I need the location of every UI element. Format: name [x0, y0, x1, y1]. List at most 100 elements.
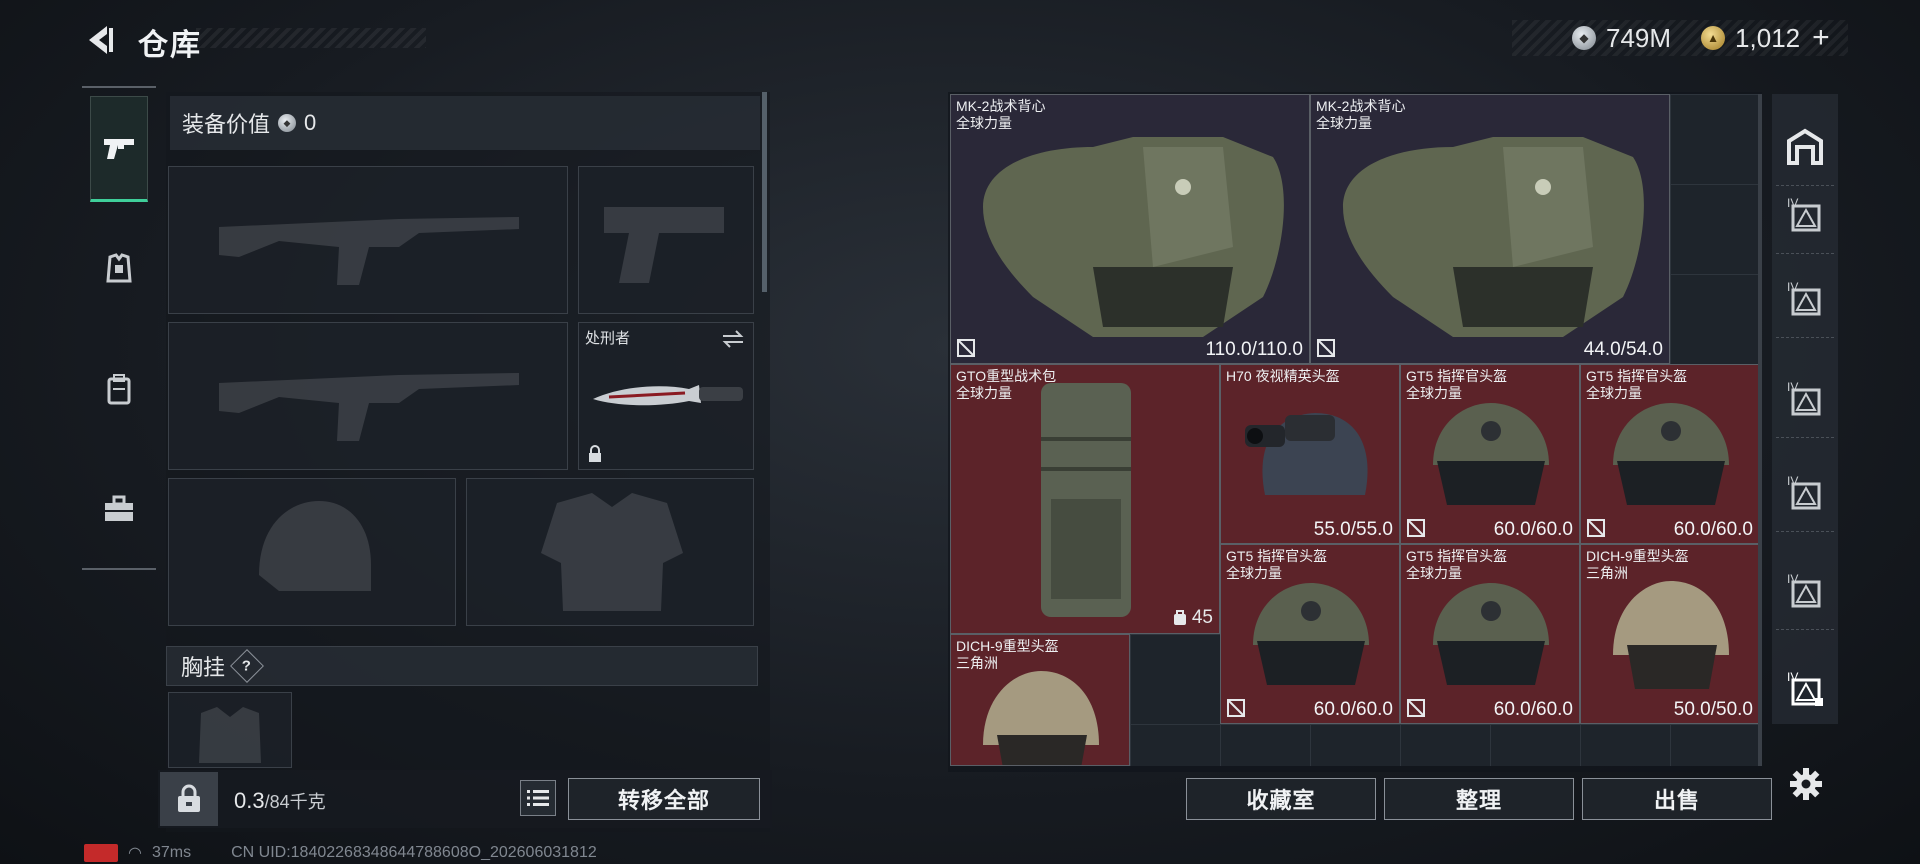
storage-item[interactable]: MK-2战术背心 全球力量 44.0/54.0: [1310, 94, 1670, 364]
equipment-value-amount: 0: [304, 110, 317, 135]
silver-amount: 749M: [1606, 22, 1672, 53]
storage-item[interactable]: MK-2战术背心 全球力量 110.0/110.0: [950, 94, 1310, 364]
collection-room-button[interactable]: 收藏室: [1186, 778, 1376, 820]
chest-rig-silhouette-icon: [199, 707, 261, 763]
melee-slot[interactable]: 处刑者: [578, 322, 754, 470]
loadout-scrollbar[interactable]: [762, 92, 767, 292]
helmet-silhouette-icon: [259, 501, 371, 591]
secondary-weapon-slot[interactable]: [168, 322, 568, 470]
storage-page-icon: IV: [1787, 474, 1821, 509]
tab-backpack[interactable]: [90, 336, 148, 442]
commander-helmet-icon: [1433, 583, 1549, 685]
tab-toolbox[interactable]: [90, 456, 148, 562]
storage-tab-page-2[interactable]: IV: [1776, 258, 1834, 338]
storage-scrollbar[interactable]: [1758, 94, 1762, 766]
primary-weapon-slot[interactable]: [168, 166, 568, 314]
list-view-button[interactable]: [520, 780, 556, 816]
add-currency-button[interactable]: +: [1812, 21, 1830, 55]
status-bar: ◠ 37ms CN UID:18402268348644788608O_2026…: [84, 843, 597, 863]
equipment-value-bar: 装备价值 ◆ 0: [170, 96, 760, 150]
gold-amount: 1,012: [1735, 22, 1801, 53]
vest-icon: [983, 137, 1284, 337]
storage-tab-page-6[interactable]: IV: [1776, 648, 1834, 728]
back-button[interactable]: [82, 22, 118, 58]
item-durability: 60.0/60.0: [1493, 519, 1573, 540]
heavy-helmet-icon: [1613, 581, 1729, 689]
body-armor-slot[interactable]: [466, 478, 754, 626]
wifi-icon: ◠: [128, 845, 142, 862]
item-durability: 60.0/60.0: [1673, 519, 1753, 540]
ping: 37ms: [151, 844, 192, 861]
storage-tab-page-1[interactable]: IV: [1776, 174, 1834, 254]
weight-lock-button[interactable]: [160, 772, 218, 826]
lock-icon: [589, 445, 601, 462]
armor-icon: [106, 253, 132, 283]
storage-grid: MK-2战术背心 全球力量 110.0/110.0 MK-2战术背心 全球力量 44…: [950, 94, 1762, 766]
sort-button[interactable]: 整理: [1384, 778, 1574, 820]
pistol-icon: [104, 139, 134, 159]
storage-page-icon: IV: [1787, 572, 1821, 607]
tab-armor[interactable]: [90, 216, 148, 322]
rifle-silhouette-icon: [219, 217, 519, 285]
storage-item[interactable]: GT5 指挥官头盔 全球力量 60.0/60.0: [1400, 364, 1580, 544]
storage-item[interactable]: DICH-9重型头盔 三角洲 50.0/50.0: [1580, 544, 1760, 724]
storage-item[interactable]: GT5 指挥官头盔 全球力量 60.0/60.0: [1400, 544, 1580, 724]
tab-weapons[interactable]: [90, 96, 148, 202]
carry-weight: 0.3/84千克: [234, 788, 326, 814]
item-name: GT5 指挥官头盔: [1406, 368, 1508, 384]
knife-icon: [593, 385, 743, 406]
chest-rig-label: 胸挂: [181, 655, 226, 680]
item-durability: 110.0/110.0: [1205, 339, 1303, 360]
transfer-all-button[interactable]: 转移全部: [568, 778, 760, 820]
storage-item[interactable]: GT5 指挥官头盔 全球力量 60.0/60.0: [1580, 364, 1760, 544]
chest-rig-header: 胸挂 ?: [166, 646, 758, 686]
storage-item[interactable]: H70 夜视精英头盔 55.0/55.0: [1220, 364, 1400, 544]
item-durability: 50.0/50.0: [1673, 699, 1753, 720]
help-icon: ?: [242, 657, 252, 675]
no-insurance-icon: [1587, 519, 1605, 537]
capacity-icon: [1173, 610, 1186, 625]
item-name: MK-2战术背心: [956, 98, 1046, 114]
helmet-slot[interactable]: [168, 478, 456, 626]
no-insurance-icon: [1407, 519, 1425, 537]
item-durability: 60.0/60.0: [1493, 699, 1573, 720]
equipment-value-label: 装备价值: [182, 112, 271, 137]
item-name: GT5 指挥官头盔: [1406, 548, 1508, 564]
backpack-icon: [1041, 383, 1131, 617]
item-count: 45: [1191, 607, 1213, 628]
storage-tab-page-3[interactable]: IV: [1776, 358, 1834, 438]
currency-bar: ◆ 749M ▲ 1,012 +: [1512, 20, 1848, 56]
no-insurance-icon: [1407, 699, 1425, 717]
storage-item[interactable]: GTO重型战术包 全球力量 45: [950, 364, 1220, 634]
item-name: GT5 指挥官头盔: [1586, 368, 1688, 384]
storage-item[interactable]: DICH-9重型头盔 三角洲: [950, 634, 1130, 766]
silver-coin-icon: ◆: [1572, 26, 1596, 50]
vest-icon: [1343, 137, 1644, 337]
item-durability: 55.0/55.0: [1313, 519, 1393, 540]
commander-helmet-icon: [1613, 403, 1729, 505]
settings-button[interactable]: [1784, 762, 1828, 806]
toolbox-icon: [105, 495, 133, 521]
storage-page-icon: IV: [1787, 196, 1821, 231]
storage-tab-page-4[interactable]: IV: [1776, 452, 1834, 532]
page-title: 仓库: [138, 29, 202, 62]
backpack-icon: [107, 374, 131, 405]
no-insurance-icon: [1227, 699, 1245, 717]
item-name: H70 夜视精英头盔: [1226, 368, 1340, 384]
item-durability: 60.0/60.0: [1313, 699, 1393, 720]
chest-rig-slot[interactable]: [168, 692, 292, 768]
rifle-silhouette-icon: [219, 373, 519, 441]
heavy-helmet-icon: [983, 671, 1099, 765]
silver-coin-icon: ◆: [278, 114, 297, 132]
sell-button[interactable]: 出售: [1582, 778, 1772, 820]
gold-coin-icon: ▲: [1701, 26, 1726, 50]
item-durability: 44.0/54.0: [1583, 339, 1663, 360]
storage-tab-page-5[interactable]: IV: [1776, 550, 1834, 630]
storage-item[interactable]: GT5 指挥官头盔 全球力量 60.0/60.0: [1220, 544, 1400, 724]
swap-icon[interactable]: [721, 329, 745, 349]
no-insurance-icon: [957, 339, 975, 357]
item-name: GT5 指挥官头盔: [1226, 548, 1328, 564]
sidearm-slot[interactable]: [578, 166, 754, 314]
weight-current: 0.3: [234, 788, 265, 813]
help-button[interactable]: ?: [230, 649, 264, 683]
